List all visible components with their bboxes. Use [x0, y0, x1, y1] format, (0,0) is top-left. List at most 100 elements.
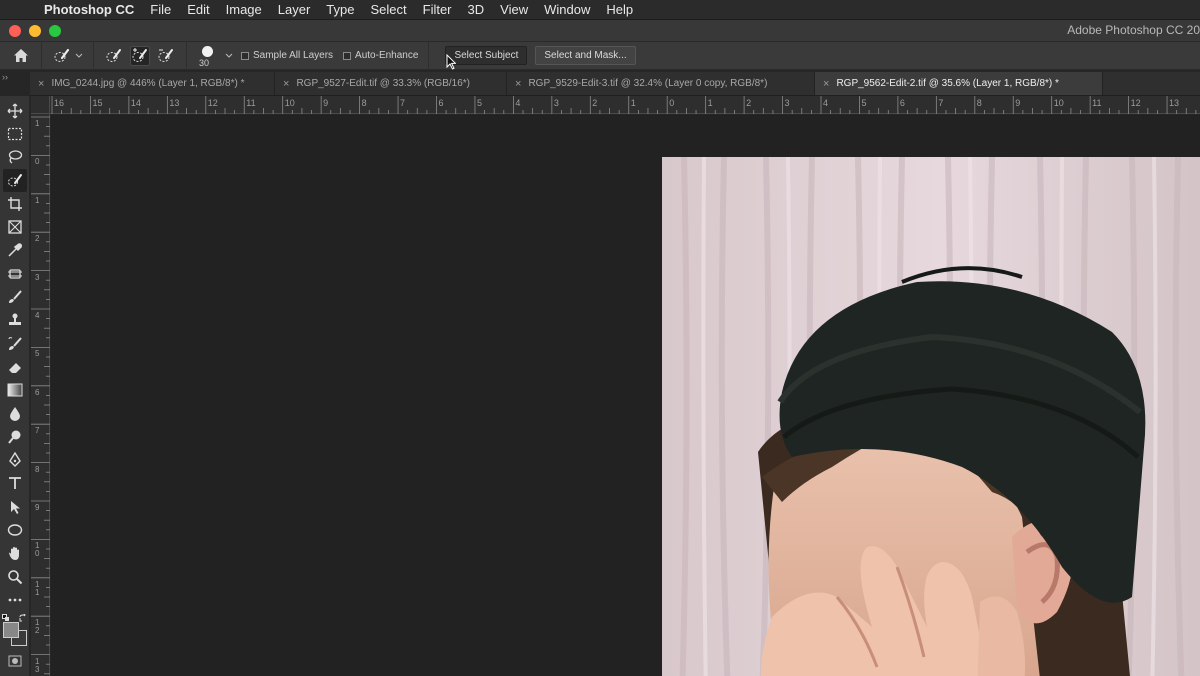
pen-tool[interactable]	[3, 448, 27, 471]
ruler-label: 15	[92, 98, 103, 108]
dodge-tool[interactable]	[3, 425, 27, 448]
add-to-selection-icon	[132, 47, 147, 62]
ruler-label: 5	[35, 349, 40, 359]
ruler-label: 1	[35, 195, 40, 205]
crop-icon	[7, 196, 22, 211]
expand-panels-icon[interactable]: ››	[2, 72, 8, 82]
ruler-label: 10	[35, 541, 40, 559]
ruler-label: 8	[35, 464, 40, 474]
ruler-label: 9	[35, 503, 40, 512]
home-button[interactable]	[0, 41, 42, 70]
move-tool[interactable]	[3, 99, 27, 122]
sample-all-layers-label: Sample All Layers	[253, 50, 334, 61]
tab-label: RGP_9527-Edit.tif @ 33.3% (RGB/16*)	[296, 78, 470, 89]
gradient-tool[interactable]	[3, 379, 27, 402]
menu-3d[interactable]: 3D	[460, 2, 493, 17]
new-selection-button[interactable]	[104, 46, 124, 66]
default-colors-icon[interactable]	[1, 613, 10, 622]
auto-enhance-checkbox[interactable]	[343, 51, 352, 60]
brush-size-picker[interactable]: 30	[197, 43, 219, 69]
menu-type[interactable]: Type	[318, 2, 362, 17]
dodge-icon	[7, 430, 20, 444]
move-icon	[7, 103, 22, 119]
blur-tool[interactable]	[3, 402, 27, 425]
clone-stamp-tool[interactable]	[3, 309, 27, 332]
lasso-tool[interactable]	[3, 146, 27, 169]
hand-tool[interactable]	[3, 542, 27, 565]
ruler-origin[interactable]	[31, 96, 50, 114]
tab-rgp-9527[interactable]: × RGP_9527-Edit.tif @ 33.3% (RGB/16*)	[275, 72, 507, 95]
brush-size-value: 30	[199, 57, 210, 68]
menu-filter[interactable]: Filter	[415, 2, 460, 17]
menu-help[interactable]: Help	[598, 2, 641, 17]
crop-tool[interactable]	[3, 192, 27, 215]
selection-mode-group	[94, 41, 187, 70]
ruler-label: 4	[823, 98, 829, 108]
menu-bar: Photoshop CC File Edit Image Layer Type …	[0, 0, 1200, 20]
eyedropper-tool[interactable]	[3, 239, 27, 262]
tool-preset-picker[interactable]	[42, 41, 94, 70]
close-tab-icon[interactable]: ×	[823, 78, 829, 90]
window-title: Adobe Photoshop CC 20	[1067, 23, 1200, 37]
document-canvas[interactable]	[51, 115, 1200, 676]
zoom-tool[interactable]	[3, 565, 27, 588]
tools-panel	[0, 96, 30, 676]
menu-layer[interactable]: Layer	[270, 2, 319, 17]
ellipse-tool[interactable]	[3, 518, 27, 541]
quick-selection-tool[interactable]	[2, 168, 27, 193]
add-to-selection-button[interactable]	[130, 45, 150, 66]
history-brush-icon	[8, 336, 22, 350]
minimize-window-button[interactable]	[29, 24, 41, 37]
tab-label: RGP_9529-Edit-3.tif @ 32.4% (Layer 0 cop…	[528, 78, 768, 89]
select-subject-button[interactable]: Select Subject	[445, 46, 528, 65]
menu-select[interactable]: Select	[362, 2, 414, 17]
marquee-tool[interactable]	[3, 122, 27, 145]
more-tools-icon	[8, 598, 21, 602]
more-tools-button[interactable]	[3, 588, 27, 611]
foreground-color-swatch[interactable]	[2, 621, 19, 638]
brush-tool[interactable]	[3, 285, 27, 308]
eyedropper-icon	[7, 243, 22, 257]
ruler-label: 10	[1053, 98, 1064, 108]
close-tab-icon[interactable]: ×	[515, 78, 521, 90]
tab-rgp-9562[interactable]: × RGP_9562-Edit-2.tif @ 35.6% (Layer 1, …	[815, 72, 1103, 95]
menu-edit[interactable]: Edit	[179, 2, 217, 17]
zoom-window-button[interactable]	[49, 24, 61, 37]
swap-colors-icon[interactable]	[19, 613, 27, 622]
hand-icon	[8, 547, 19, 561]
tab-rgp-9529[interactable]: × RGP_9529-Edit-3.tif @ 32.4% (Layer 0 c…	[507, 72, 815, 95]
close-window-button[interactable]	[9, 24, 21, 37]
ruler-label: 1	[35, 119, 40, 128]
path-selection-tool[interactable]	[3, 495, 27, 518]
quick-mask-button[interactable]	[3, 650, 27, 673]
menu-image[interactable]: Image	[218, 2, 270, 17]
sample-all-layers-checkbox[interactable]	[241, 51, 249, 60]
ruler-label: 2	[592, 98, 598, 108]
horizontal-ruler[interactable]: 16 15 14 13 12 11 10 9 8 7 6 5 4 3 2 1 0 1 2 3 4 5 6 7 8 9 10 11 12 1…	[50, 96, 1200, 114]
vertical-ruler[interactable]: 1 0 1 2 3 4 5 6 7 8 9 10 11 12 13	[31, 114, 50, 676]
menu-file[interactable]: File	[142, 2, 179, 17]
auto-enhance-option[interactable]: Auto-Enhance	[343, 41, 430, 70]
document-image[interactable]	[662, 157, 1200, 676]
horizontal-ruler-ticks	[51, 96, 1197, 114]
type-tool[interactable]	[3, 472, 27, 495]
ruler-label: 12	[35, 618, 40, 636]
menu-app-name[interactable]: Photoshop CC	[44, 2, 142, 17]
brush-options[interactable]: 30	[187, 42, 237, 70]
ruler-label: 5	[476, 98, 482, 108]
close-tab-icon[interactable]: ×	[283, 78, 289, 90]
eraser-tool[interactable]	[3, 355, 27, 378]
tab-label: RGP_9562-Edit-2.tif @ 35.6% (Layer 1, RG…	[836, 78, 1059, 89]
close-tab-icon[interactable]: ×	[38, 78, 44, 90]
subtract-from-selection-button[interactable]	[156, 46, 176, 66]
select-and-mask-button[interactable]: Select and Mask...	[535, 46, 636, 65]
ruler-label: 4	[515, 98, 521, 108]
menu-window[interactable]: Window	[536, 2, 598, 17]
history-brush-tool[interactable]	[3, 332, 27, 355]
frame-tool[interactable]	[3, 215, 27, 238]
healing-brush-tool[interactable]	[3, 262, 27, 285]
sample-all-layers-option[interactable]: Sample All Layers	[241, 50, 333, 61]
ruler-label: 4	[35, 311, 40, 320]
tab-img-0244[interactable]: × IMG_0244.jpg @ 446% (Layer 1, RGB/8*) …	[30, 72, 275, 95]
menu-view[interactable]: View	[492, 2, 536, 17]
